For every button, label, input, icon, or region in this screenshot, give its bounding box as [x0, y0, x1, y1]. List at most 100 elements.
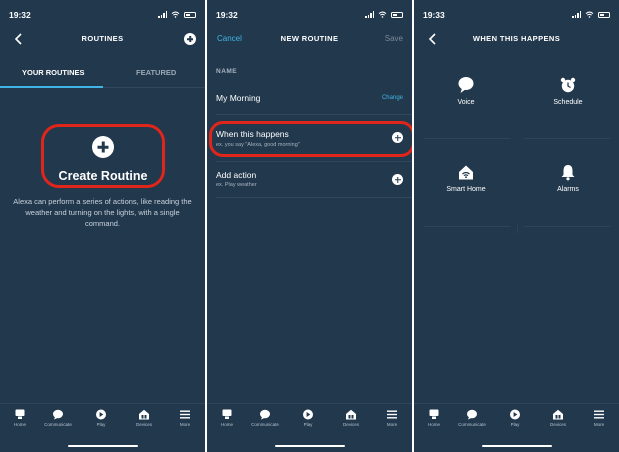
menu-icon	[168, 409, 202, 420]
status-bar: 19:33	[414, 0, 619, 28]
page-title: ROUTINES	[81, 34, 124, 43]
add-trigger-icon[interactable]	[392, 132, 403, 143]
bottom-nav-label: Communicate	[251, 422, 279, 427]
divider	[216, 197, 412, 198]
battery-icon	[391, 11, 403, 18]
bottom-nav-label: Play	[510, 422, 520, 427]
bottom-nav-label: Devices	[135, 422, 152, 427]
trigger-option-schedule[interactable]: Schedule	[517, 60, 619, 147]
devices-icon	[127, 409, 161, 420]
divider	[216, 161, 412, 162]
bottom-nav-more[interactable]: More	[168, 409, 202, 427]
bottom-nav-devices[interactable]: Devices	[127, 409, 161, 427]
bottom-nav-communicate[interactable]: Communicate	[248, 409, 282, 427]
option-label: Alarms	[557, 186, 579, 193]
bottom-nav-more[interactable]: More	[582, 409, 616, 427]
create-routine-description: Alexa can perform a series of actions, l…	[13, 197, 192, 228]
trigger-option-voice[interactable]: Voice	[415, 60, 517, 147]
add-action-title[interactable]: Add action	[216, 170, 256, 180]
home-icon	[3, 409, 37, 420]
bottom-nav-label: Play	[96, 422, 106, 427]
when-this-happens-highlight	[209, 121, 412, 157]
bottom-nav-label: Devices	[549, 422, 566, 427]
create-routine-button[interactable]: Create Routine	[41, 124, 165, 188]
bottom-nav-communicate[interactable]: Communicate	[455, 409, 489, 427]
active-tab-indicator	[0, 86, 103, 88]
signal-icon	[158, 11, 167, 18]
nav-bar: WHEN THIS HAPPENS	[414, 28, 619, 52]
wifi-icon	[585, 11, 594, 18]
status-bar: 19:32	[0, 0, 205, 28]
home-indicator	[274, 444, 345, 447]
bottom-nav-label: Home	[220, 422, 233, 427]
new-routine-screen: 19:32 Cancel NEW ROUTINE Save NAME My Mo…	[207, 0, 412, 452]
bottom-nav-label: Communicate	[458, 422, 486, 427]
save-button[interactable]: Save	[385, 34, 403, 43]
battery-icon	[598, 11, 610, 18]
bottom-nav: Home Communicate Play Devices More	[207, 403, 412, 452]
page-title: WHEN THIS HAPPENS	[472, 34, 561, 43]
trigger-option-smart-home[interactable]: Smart Home	[415, 147, 517, 234]
bottom-nav-label: Communicate	[44, 422, 72, 427]
bottom-nav-label: More	[386, 422, 398, 427]
bottom-nav-play[interactable]: Play	[84, 409, 118, 427]
bottom-nav-more[interactable]: More	[375, 409, 409, 427]
when-this-happens-screen: 19:33 WHEN THIS HAPPENS Voice Schedule S	[414, 0, 619, 452]
trigger-option-alarms[interactable]: Alarms	[517, 147, 619, 234]
routines-screen: 19:32 ROUTINES YOUR ROUTINES FEATURED Cr…	[0, 0, 205, 452]
battery-icon	[184, 11, 196, 18]
when-this-happens-subtitle: ex. you say "Alexa, good morning"	[216, 142, 300, 148]
signal-icon	[365, 11, 374, 18]
add-routine-icon[interactable]	[184, 33, 196, 45]
play-icon	[498, 409, 532, 420]
change-name-link[interactable]: Change	[382, 95, 403, 101]
signal-icon	[572, 11, 581, 18]
bottom-nav-play[interactable]: Play	[291, 409, 325, 427]
menu-icon	[375, 409, 409, 420]
divider	[216, 114, 412, 115]
menu-icon	[582, 409, 616, 420]
tab-your-routines[interactable]: YOUR ROUTINES	[22, 68, 85, 77]
bottom-nav-label: Home	[427, 422, 440, 427]
bottom-nav-home[interactable]: Home	[417, 409, 451, 427]
name-section-label: NAME	[216, 68, 238, 75]
status-time: 19:32	[9, 10, 31, 20]
devices-icon	[334, 409, 368, 420]
speech-bubble-icon	[458, 77, 474, 93]
when-this-happens-title[interactable]: When this happens	[216, 129, 289, 139]
bottom-nav-label: Play	[303, 422, 313, 427]
chat-bubble-icon	[248, 409, 282, 420]
smart-home-icon	[459, 165, 473, 180]
bottom-nav-home[interactable]: Home	[3, 409, 37, 427]
home-icon	[210, 409, 244, 420]
option-label: Smart Home	[446, 186, 486, 193]
tab-featured[interactable]: FEATURED	[136, 68, 176, 77]
wifi-icon	[378, 11, 387, 18]
chat-bubble-icon	[455, 409, 489, 420]
alarm-clock-icon	[560, 77, 576, 93]
bottom-nav-devices[interactable]: Devices	[334, 409, 368, 427]
status-time: 19:33	[423, 10, 445, 20]
bottom-nav-devices[interactable]: Devices	[541, 409, 575, 427]
bottom-nav-label: Devices	[342, 422, 359, 427]
bottom-nav-label: More	[593, 422, 605, 427]
option-label: Schedule	[553, 99, 583, 106]
home-indicator	[67, 444, 138, 447]
option-label: Voice	[457, 99, 475, 106]
devices-icon	[541, 409, 575, 420]
bottom-nav-communicate[interactable]: Communicate	[41, 409, 75, 427]
bottom-nav-label: Home	[13, 422, 26, 427]
chat-bubble-icon	[41, 409, 75, 420]
home-icon	[417, 409, 451, 420]
nav-bar: Cancel NEW ROUTINE Save	[207, 28, 412, 52]
add-action-icon[interactable]	[392, 174, 403, 185]
play-icon	[84, 409, 118, 420]
page-title: NEW ROUTINE	[280, 34, 339, 43]
bottom-nav-home[interactable]: Home	[210, 409, 244, 427]
routine-tabs: YOUR ROUTINES FEATURED	[0, 62, 205, 88]
wifi-icon	[171, 11, 180, 18]
create-routine-label: Create Routine	[58, 169, 148, 183]
bottom-nav: Home Communicate Play Devices More	[0, 403, 205, 452]
plus-circle-icon	[92, 136, 114, 158]
bottom-nav-play[interactable]: Play	[498, 409, 532, 427]
